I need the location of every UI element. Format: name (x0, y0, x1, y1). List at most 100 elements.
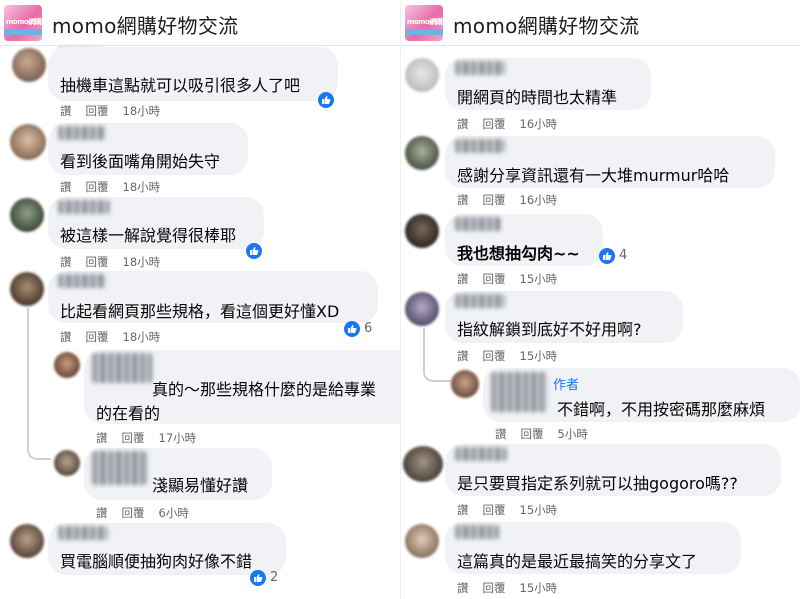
group-logo[interactable]: momo網購好物交流 (405, 5, 443, 41)
like-link[interactable]: 讚 (96, 431, 108, 445)
group-logo[interactable]: momo網購好物交流 (4, 5, 42, 41)
like-icon (250, 570, 266, 586)
comment-actions: 讚回覆 16小時 (457, 116, 571, 132)
like-count[interactable]: 2 (270, 570, 278, 585)
reply-link[interactable]: 回覆 (483, 272, 506, 286)
avatar[interactable] (405, 58, 439, 92)
timestamp[interactable]: 18小時 (123, 104, 161, 118)
timestamp[interactable]: 16小時 (520, 117, 558, 131)
comment-text: 買電腦順便抽狗肉好像不錯 (60, 552, 253, 571)
comment-text: 感謝分享資訊還有一大堆murmur哈哈 (457, 166, 730, 185)
like-link[interactable]: 讚 (457, 193, 469, 207)
reply-link[interactable]: 回覆 (483, 581, 506, 595)
avatar[interactable] (54, 450, 80, 476)
avatar[interactable] (10, 124, 46, 160)
like-count[interactable]: 4 (619, 248, 627, 263)
reply-link[interactable]: 回覆 (483, 349, 506, 363)
reply-link[interactable]: 回覆 (86, 104, 109, 118)
reply-text-line2: 的在看的 (96, 404, 161, 423)
like-link[interactable]: 讚 (60, 180, 72, 194)
group-title[interactable]: momo網購好物交流 (52, 10, 238, 39)
reply-actions: 讚回覆 6小時 (96, 505, 203, 521)
comment-text: 開網頁的時間也太精準 (457, 88, 618, 107)
reply-link[interactable]: 回覆 (521, 427, 544, 441)
comment-actions: 讚回覆 16小時 (457, 192, 571, 208)
like-link[interactable]: 讚 (495, 427, 507, 441)
timestamp[interactable]: 15小時 (520, 503, 558, 517)
reply-link[interactable]: 回覆 (483, 193, 506, 207)
commenter-name-blurred[interactable] (455, 61, 505, 75)
timestamp[interactable]: 18小時 (123, 180, 161, 194)
timestamp[interactable]: 16小時 (520, 193, 558, 207)
comment-actions: 讚回覆 18小時 (60, 179, 174, 195)
reply-link[interactable]: 回覆 (86, 255, 109, 269)
like-icon (246, 243, 262, 259)
timestamp[interactable]: 18小時 (123, 255, 161, 269)
timestamp[interactable]: 15小時 (520, 581, 558, 595)
comment-text: 看到後面嘴角開始失守 (60, 152, 221, 171)
avatar[interactable] (405, 136, 439, 170)
timestamp[interactable]: 5小時 (558, 427, 588, 441)
group-logo-text: momo網購好物交流 (407, 18, 443, 26)
comment-actions: 讚回覆 18小時 (60, 254, 174, 270)
group-logo-text: momo網購好物交流 (6, 18, 42, 26)
like-count[interactable]: 6 (364, 321, 372, 336)
commenter-name-blurred[interactable] (58, 526, 108, 540)
commenter-name-blurred[interactable] (455, 525, 499, 539)
like-link[interactable]: 讚 (60, 104, 72, 118)
avatar[interactable] (405, 214, 439, 248)
like-link[interactable]: 讚 (60, 255, 72, 269)
group-header: momo網購好物交流 momo網購好物交流 (401, 0, 800, 46)
like-link[interactable]: 讚 (457, 581, 469, 595)
left-comment-panel: momo網購好物交流 momo網購好物交流 抽機車這點就可以吸引很多人了吧 讚回… (0, 0, 400, 599)
like-link[interactable]: 讚 (457, 349, 469, 363)
group-title[interactable]: momo網購好物交流 (453, 10, 639, 39)
reply-link[interactable]: 回覆 (483, 503, 506, 517)
avatar[interactable] (403, 446, 443, 482)
commenter-name-blurred[interactable] (491, 372, 547, 412)
avatar[interactable] (451, 370, 479, 398)
comment-text: 我也想抽勾肉~~ (457, 244, 580, 263)
commenter-name-blurred[interactable] (58, 126, 106, 140)
avatar[interactable] (405, 292, 439, 326)
timestamp[interactable]: 15小時 (520, 272, 558, 286)
reply-link[interactable]: 回覆 (86, 180, 109, 194)
like-link[interactable]: 讚 (457, 272, 469, 286)
like-link[interactable]: 讚 (96, 506, 108, 520)
group-header: momo網購好物交流 momo網購好物交流 (0, 0, 400, 46)
timestamp[interactable]: 17小時 (159, 431, 197, 445)
commenter-name-blurred[interactable] (58, 274, 106, 288)
like-link[interactable]: 讚 (457, 117, 469, 131)
comment-text: 指紋解鎖到底好不好用啊? (457, 320, 642, 339)
avatar[interactable] (54, 352, 80, 378)
comment-text: 比起看網頁那些規格，看這個更好懂XD (60, 302, 340, 321)
reply-link[interactable]: 回覆 (483, 117, 506, 131)
comment-actions: 讚回覆 15小時 (457, 271, 571, 287)
timestamp[interactable]: 18小時 (123, 330, 161, 344)
commenter-name-blurred[interactable] (455, 294, 505, 308)
like-link[interactable]: 讚 (60, 330, 72, 344)
commenter-name-blurred[interactable] (92, 353, 152, 383)
comment-actions: 讚回覆 18小時 (60, 103, 174, 119)
reply-text-line1: 真的～那些規格什麼的是給專業 (152, 380, 377, 399)
commenter-name-blurred[interactable] (92, 451, 148, 485)
reply-link[interactable]: 回覆 (122, 506, 145, 520)
like-link[interactable]: 讚 (457, 503, 469, 517)
avatar[interactable] (10, 524, 44, 558)
avatar[interactable] (10, 198, 44, 232)
like-icon (318, 92, 334, 108)
commenter-name-blurred[interactable] (58, 200, 110, 214)
reply-link[interactable]: 回覆 (86, 330, 109, 344)
reply-link[interactable]: 回覆 (122, 431, 145, 445)
commenter-name-blurred[interactable] (455, 139, 505, 153)
like-icon (599, 248, 615, 264)
commenter-name-blurred[interactable] (455, 447, 507, 461)
avatar[interactable] (12, 48, 46, 82)
commenter-name-blurred[interactable] (455, 217, 501, 231)
avatar[interactable] (405, 524, 439, 558)
timestamp[interactable]: 15小時 (520, 349, 558, 363)
timestamp[interactable]: 6小時 (159, 506, 189, 520)
avatar[interactable] (10, 272, 44, 306)
comment-actions: 讚回覆 15小時 (457, 502, 571, 518)
logo-band (4, 29, 42, 35)
